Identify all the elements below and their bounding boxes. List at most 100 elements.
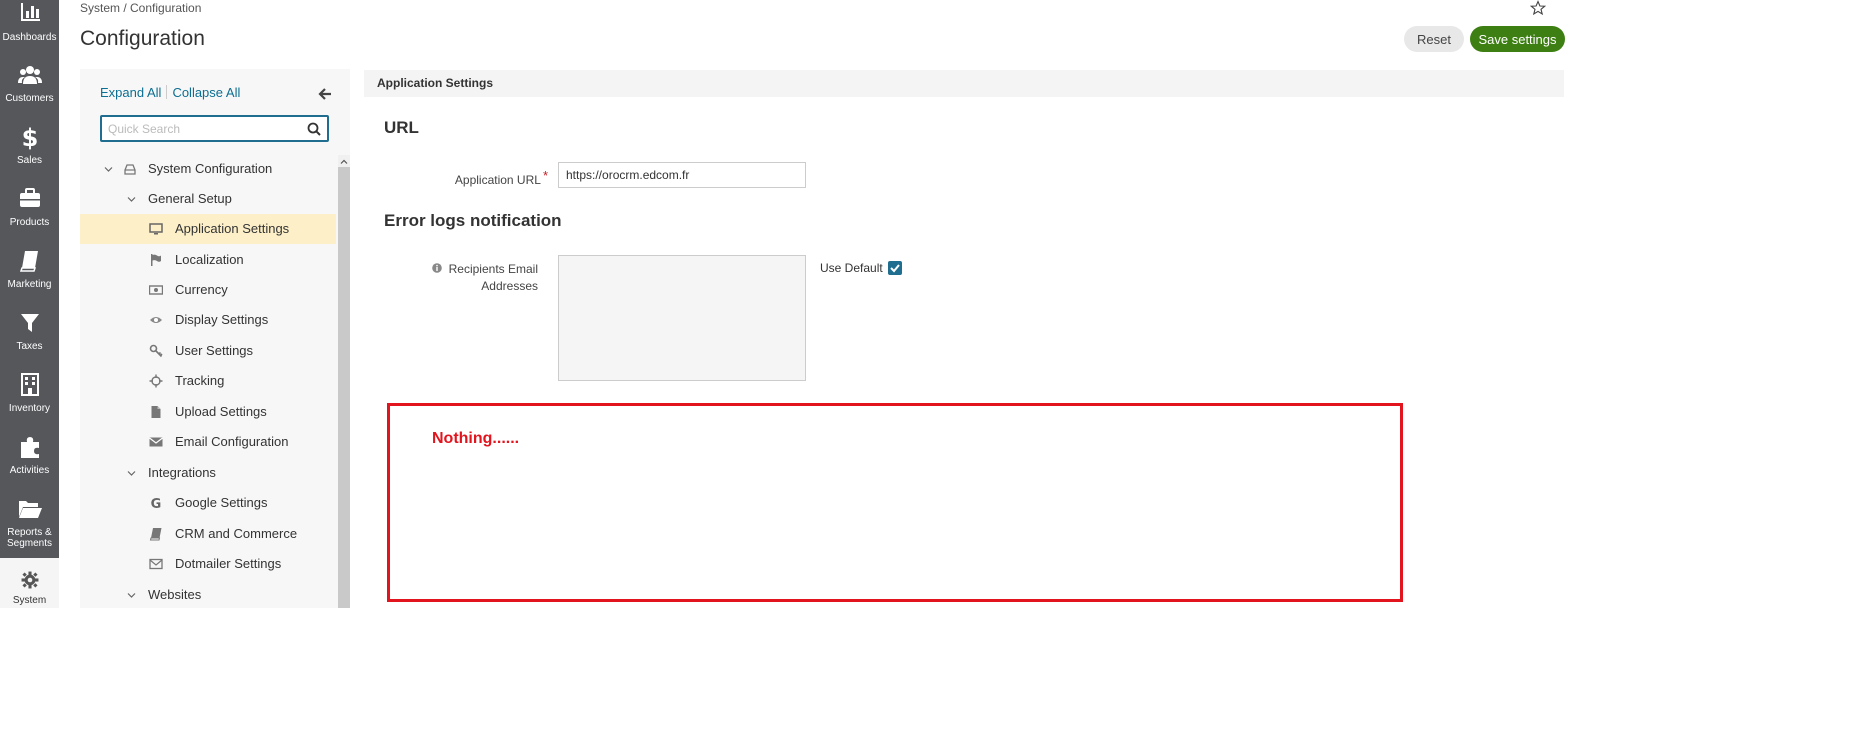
nav-item-customers[interactable]: Customers — [0, 62, 59, 124]
dollar-icon: $ — [21, 124, 38, 150]
use-default-label: Use Default — [820, 261, 883, 275]
tree-item-websites[interactable]: Websites — [80, 580, 336, 610]
nav-label: Taxes — [16, 341, 43, 352]
tree-item-label: Tracking — [175, 373, 225, 388]
nav-label: Inventory — [8, 403, 51, 414]
tree-toggle-links: Expand All Collapse All — [100, 85, 240, 100]
tree-item-upload-settings[interactable]: Upload Settings — [80, 397, 336, 427]
tree-item-crm-and-commerce[interactable]: CRM and Commerce — [80, 519, 336, 549]
save-settings-button[interactable]: Save settings — [1470, 26, 1565, 52]
monitor-icon — [149, 223, 163, 235]
nav-label: Activities — [9, 465, 50, 476]
quick-search-input[interactable] — [108, 120, 298, 138]
tree-item-label: Upload Settings — [175, 404, 267, 419]
nav-item-taxes[interactable]: Taxes — [0, 310, 59, 372]
annotation-box: Nothing...... — [387, 403, 1403, 602]
expand-all-link[interactable]: Expand All — [100, 85, 161, 100]
tree-item-application-settings[interactable]: Application Settings — [80, 214, 336, 244]
chevron-down-icon[interactable] — [104, 165, 113, 174]
nav-item-inventory[interactable]: Inventory — [0, 372, 59, 434]
error-logs-section-title: Error logs notification — [384, 211, 562, 230]
nav-item-sales[interactable]: $ Sales — [0, 124, 59, 186]
nav-item-reports-segments[interactable]: Reports & Segments — [0, 496, 59, 558]
tree-item-label: System Configuration — [148, 161, 273, 176]
config-sidebar: Expand All Collapse All System Configurat… — [80, 69, 350, 608]
nav-label: Products — [9, 217, 50, 228]
recipients-email-textarea[interactable] — [558, 255, 806, 381]
nav-label: Reports & Segments — [0, 527, 59, 549]
tree-item-dotmailer-settings[interactable]: Dotmailer Settings — [80, 549, 336, 579]
use-default-checkbox[interactable] — [888, 261, 902, 275]
tree-item-localization[interactable]: Localization — [80, 245, 336, 275]
chevron-down-icon[interactable] — [127, 591, 136, 600]
google-icon: G — [151, 497, 162, 510]
tree-item-currency[interactable]: Currency — [80, 275, 336, 305]
building-icon — [20, 373, 39, 396]
nav-item-activities[interactable]: Activities — [0, 434, 59, 496]
recipients-email-label-line2: Addresses — [481, 279, 538, 293]
hdd-icon — [124, 164, 136, 175]
collapse-all-link[interactable]: Collapse All — [172, 85, 240, 100]
search-icon[interactable] — [307, 122, 321, 136]
nav-item-system[interactable]: System — [0, 558, 59, 608]
tree-item-label: Currency — [175, 282, 228, 297]
nav-item-marketing[interactable]: Marketing — [0, 248, 59, 310]
page-title: Configuration — [80, 27, 205, 50]
required-marker: * — [542, 168, 548, 183]
scroll-up-button[interactable] — [338, 155, 350, 167]
nav-item-dashboards[interactable]: Dashboards — [0, 0, 59, 62]
tree-item-label: Websites — [148, 587, 202, 602]
tree-item-display-settings[interactable]: Display Settings — [80, 305, 336, 335]
section-header-title: Application Settings — [377, 76, 494, 90]
recipients-email-label-line1: Recipients Email — [448, 262, 538, 276]
key-icon — [149, 344, 163, 358]
tree-item-label: Dotmailer Settings — [175, 556, 282, 571]
chevron-down-icon[interactable] — [127, 469, 136, 478]
application-url-input[interactable] — [558, 162, 806, 188]
checkmark-icon — [890, 264, 900, 273]
url-section-title: URL — [384, 118, 419, 137]
tree-item-user-settings[interactable]: User Settings — [80, 336, 336, 366]
crosshairs-icon — [149, 374, 163, 388]
tree-item-integrations[interactable]: Integrations — [80, 458, 336, 488]
star-icon[interactable] — [1530, 0, 1546, 16]
tree-item-label: Email Configuration — [175, 434, 289, 449]
tree-item-label: CRM and Commerce — [175, 526, 298, 541]
tree-item-label: Application Settings — [175, 221, 290, 236]
book-icon — [19, 251, 38, 272]
tree-item-label: Display Settings — [175, 312, 269, 327]
link-divider — [166, 85, 168, 99]
nav-label: Sales — [16, 155, 42, 166]
tree-item-label: Integrations — [148, 465, 216, 480]
puzzle-icon — [20, 437, 39, 458]
recipients-email-label: Recipients Email Addresses — [440, 261, 538, 295]
eye-icon — [150, 317, 162, 323]
tree-item-label: Localization — [175, 252, 244, 267]
book-icon — [149, 528, 162, 541]
breadcrumb: System / Configuration — [80, 1, 202, 15]
tree-item-tracking[interactable]: Tracking — [80, 366, 336, 396]
briefcase-icon — [19, 188, 40, 207]
tree-item-general-setup[interactable]: General Setup — [80, 184, 336, 214]
tree-item-google-settings[interactable]: G Google Settings — [80, 488, 336, 518]
chevron-up-icon — [340, 159, 348, 164]
envelope-outline-icon — [149, 558, 163, 570]
reset-button[interactable]: Reset — [1404, 26, 1464, 52]
section-header: Application Settings — [364, 70, 1564, 97]
chevron-down-icon[interactable] — [127, 195, 136, 204]
tree-item-label: User Settings — [175, 343, 254, 358]
money-icon — [149, 285, 163, 295]
arrow-left-icon[interactable] — [318, 87, 332, 101]
nav-item-products[interactable]: Products — [0, 186, 59, 248]
nav-label: Customers — [5, 93, 54, 104]
main-navigation: Dashboards Customers $ Sales Products Ma… — [0, 0, 59, 608]
application-url-label-text: Application URL — [454, 173, 541, 187]
tree-item-email-configuration[interactable]: Email Configuration — [80, 427, 336, 457]
svg-text:G: G — [151, 497, 162, 510]
users-icon — [17, 66, 42, 84]
annotation-text: Nothing...... — [432, 430, 520, 447]
tree-item-system-configuration[interactable]: System Configuration — [80, 154, 336, 184]
sidebar-scrollbar[interactable] — [338, 155, 350, 608]
application-url-label: Application URL * — [420, 168, 548, 187]
bar-chart-icon — [20, 3, 40, 21]
